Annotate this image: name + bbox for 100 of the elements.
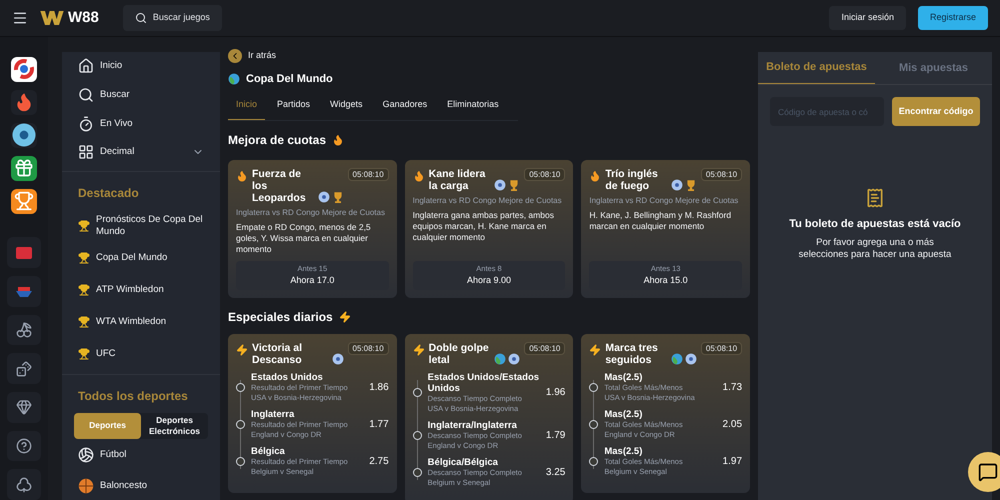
selection-name: Inglaterra — [251, 408, 296, 420]
trophy-icon — [332, 191, 344, 203]
login-button[interactable]: Iniciar sesión — [829, 6, 906, 30]
lightning-icon — [589, 344, 602, 356]
card-title: Victoria al Descanso — [252, 342, 303, 366]
ball-icon — [332, 352, 344, 365]
globe-icon — [228, 73, 240, 86]
chat-icon — [978, 462, 998, 482]
back-button[interactable] — [228, 49, 242, 63]
trophy-icon — [78, 220, 90, 232]
home-icon — [78, 58, 94, 74]
selection-name: Mas(2.5) — [604, 372, 644, 383]
tab[interactable]: Widgets — [322, 98, 371, 120]
ball-icon[interactable] — [11, 122, 37, 148]
odds-value: 3.25 — [546, 466, 566, 480]
featured-item[interactable]: ATP Wimbledon — [62, 274, 220, 306]
trophy-icon — [78, 252, 90, 264]
globe-icon — [494, 352, 506, 365]
register-button[interactable]: Registrarse — [918, 6, 988, 30]
trophy-icon — [508, 179, 520, 191]
selection-name: Estados Unidos — [251, 372, 324, 383]
bet-description: Inglaterra gana ambas partes, ambos equipos marcan, H. Kane marca en cualquier momento — [412, 210, 555, 244]
boat-icon[interactable] — [7, 276, 41, 307]
ball-icon — [494, 179, 506, 191]
search-icon — [78, 87, 94, 103]
featured-item[interactable]: WTA Wimbledon — [62, 306, 220, 338]
empty-title: Tu boleto de apuestas está vacío — [789, 217, 961, 232]
nav-item[interactable]: En Vivo — [62, 109, 220, 138]
app-logo-icon[interactable] — [11, 57, 37, 82]
sport-item[interactable]: Fútbol — [62, 440, 220, 470]
basketball-icon — [78, 478, 94, 494]
selection-name: Inglaterra/Inglaterra — [428, 420, 518, 431]
countdown-timer: 05:08:10 — [524, 342, 566, 355]
selection-name: Mas(2.5) — [604, 446, 644, 457]
brand-name: W88 — [68, 8, 99, 28]
logo-icon — [40, 11, 64, 25]
section-heading: Todos los deportes — [77, 388, 189, 405]
countdown-timer: 05:08:10 — [348, 168, 389, 181]
odds-value: 2.75 — [369, 454, 389, 469]
menu-icon[interactable] — [12, 10, 28, 26]
odds-value: 2.05 — [722, 418, 742, 432]
featured-item[interactable]: Pronósticos De Copa Del Mundo — [62, 210, 220, 242]
card-subtitle: Inglaterra vs RD Congo Mejore de Cuotas — [589, 196, 740, 206]
ball-icon — [508, 352, 520, 365]
gift-icon[interactable] — [11, 156, 37, 181]
selection-name: Estados Unidos/Estados Unidos — [428, 372, 540, 394]
back-link[interactable]: Ir atrás — [248, 49, 276, 63]
card-title: Trío inglés de fuego — [605, 168, 659, 192]
empty-message: Por favor agrega una o más selecciones para hacer una apuesta — [798, 236, 952, 260]
betslip-tab[interactable]: Boleto de apuestas — [758, 52, 875, 84]
card-title: Kane lidera la carga — [428, 168, 486, 192]
section-heading: Mejora de cuotas — [228, 132, 326, 149]
sport-item[interactable]: Baloncesto — [62, 471, 220, 500]
card-subtitle: Inglaterra vs RD Congo Mejore de Cuotas — [236, 208, 386, 218]
bet-description: H. Kane, J. Bellingham y M. Rashford marcan en cualquier momento — [589, 210, 732, 233]
tab[interactable]: Partidos — [269, 98, 318, 120]
countdown-timer: 05:08:10 — [348, 342, 389, 355]
nav-item[interactable]: Inicio — [62, 52, 220, 81]
tab[interactable]: Inicio — [228, 98, 266, 120]
current-odds: Ahora 9.00 — [466, 274, 512, 288]
cherry-icon[interactable] — [7, 314, 41, 346]
odds-value: 1.79 — [546, 428, 566, 443]
flame-icon — [589, 170, 602, 182]
lightning-icon — [338, 310, 351, 323]
trophy-icon — [78, 316, 90, 328]
ball-icon — [670, 179, 683, 191]
featured-item[interactable]: Copa Del Mundo — [62, 242, 220, 274]
tab[interactable]: Eliminatorias — [439, 98, 507, 120]
lightning-icon — [236, 344, 248, 356]
flame-icon[interactable] — [11, 90, 37, 115]
game-search-button[interactable]: Buscar juegos — [122, 5, 222, 31]
trophy-icon[interactable] — [11, 188, 37, 214]
card-subtitle: Inglaterra vs RD Congo Mejore de Cuotas — [412, 196, 563, 206]
current-odds: Ahora 15.0 — [644, 274, 688, 288]
flame-icon — [332, 134, 344, 146]
daily-special-card[interactable] — [228, 334, 397, 493]
countdown-timer: 05:08:10 — [524, 168, 566, 181]
selection-name: Mas(2.5) — [604, 408, 644, 420]
selection-name: Bélgica/Bélgica — [428, 456, 499, 468]
section-heading: Especiales diarios — [228, 308, 333, 326]
current-odds: Ahora 17.0 — [290, 274, 334, 288]
flame-icon — [236, 170, 248, 182]
ball-icon — [78, 447, 94, 464]
section-heading: Destacado — [77, 184, 140, 202]
receipt-icon — [865, 188, 885, 208]
odds-value: 1.86 — [369, 380, 389, 395]
search-icon — [134, 12, 147, 24]
ball-icon — [318, 191, 330, 203]
nav-item[interactable]: Buscar — [62, 80, 220, 110]
stopwatch-icon — [78, 116, 94, 132]
odds-value: 1.77 — [369, 418, 389, 432]
featured-item[interactable]: UFC — [62, 338, 220, 370]
bet-code-field[interactable]: Código de apuesta o có — [770, 97, 884, 126]
flame-icon — [412, 170, 425, 182]
tab[interactable]: Ganadores — [374, 98, 436, 120]
toggle-button[interactable]: Deportes Electrónicos — [141, 412, 208, 439]
trophy-icon — [684, 179, 697, 191]
nav-item[interactable]: Decimal — [62, 138, 220, 167]
card-title: Doble golpe letal — [428, 342, 490, 366]
daily-special-card[interactable] — [404, 334, 574, 500]
